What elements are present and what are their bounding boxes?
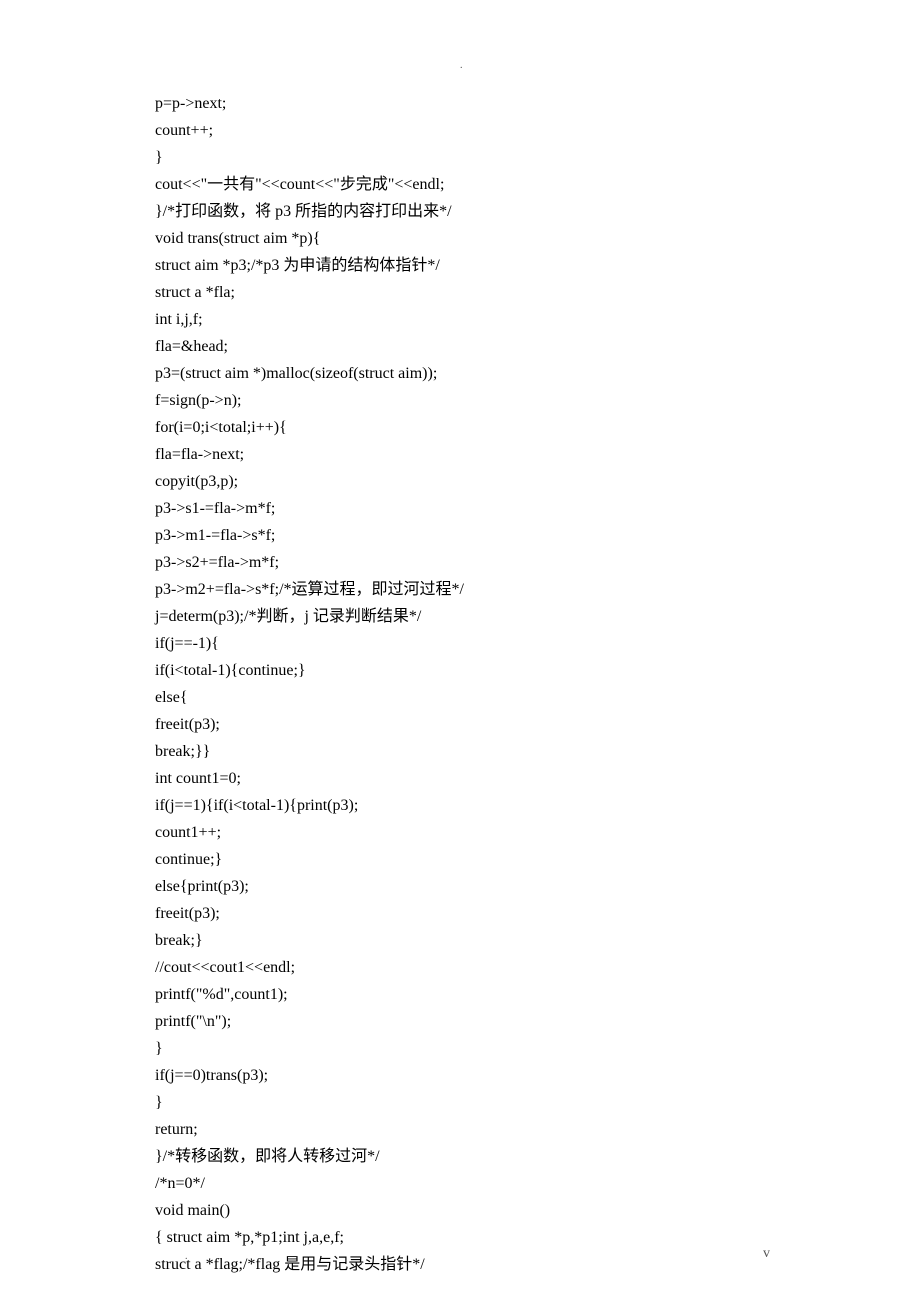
code-line: else{ [155, 684, 765, 711]
code-line: if(i<total-1){continue;} [155, 657, 765, 684]
code-line: freeit(p3); [155, 711, 765, 738]
code-line: void trans(struct aim *p){ [155, 225, 765, 252]
code-line: count++; [155, 117, 765, 144]
page-number: v [763, 1246, 770, 1262]
code-line: if(j==0)trans(p3); [155, 1062, 765, 1089]
footer-dot: . [185, 1251, 188, 1262]
code-line: fla=&head; [155, 333, 765, 360]
code-line: return; [155, 1116, 765, 1143]
code-line: printf("%d",count1); [155, 981, 765, 1008]
code-line: int count1=0; [155, 765, 765, 792]
code-line: } [155, 1089, 765, 1116]
code-line: freeit(p3); [155, 900, 765, 927]
code-line: count1++; [155, 819, 765, 846]
code-line: else{print(p3); [155, 873, 765, 900]
code-line: /*n=0*/ [155, 1170, 765, 1197]
code-line: printf("\n"); [155, 1008, 765, 1035]
code-line: continue;} [155, 846, 765, 873]
code-line: cout<<"一共有"<<count<<"步完成"<<endl; [155, 171, 765, 198]
header-dot: . [460, 60, 463, 71]
code-line: p=p->next; [155, 90, 765, 117]
code-line: struct a *fla; [155, 279, 765, 306]
code-line: p3->s1-=fla->m*f; [155, 495, 765, 522]
code-line: break;}} [155, 738, 765, 765]
code-line: struct aim *p3;/*p3 为申请的结构体指针*/ [155, 252, 765, 279]
code-line: if(j==1){if(i<total-1){print(p3); [155, 792, 765, 819]
code-line: } [155, 1035, 765, 1062]
code-line: p3->m1-=fla->s*f; [155, 522, 765, 549]
code-line: for(i=0;i<total;i++){ [155, 414, 765, 441]
code-line: if(j==-1){ [155, 630, 765, 657]
code-line: break;} [155, 927, 765, 954]
code-line: }/*打印函数，将 p3 所指的内容打印出来*/ [155, 198, 765, 225]
code-line: j=determ(p3);/*判断，j 记录判断结果*/ [155, 603, 765, 630]
code-line: f=sign(p->n); [155, 387, 765, 414]
code-line: void main() [155, 1197, 765, 1224]
code-line: p3->s2+=fla->m*f; [155, 549, 765, 576]
code-line: } [155, 144, 765, 171]
code-block: p=p->next; count++; } cout<<"一共有"<<count… [0, 0, 765, 1278]
code-line: { struct aim *p,*p1;int j,a,e,f; [155, 1224, 765, 1251]
code-line: struct a *flag;/*flag 是用与记录头指针*/ [155, 1251, 765, 1278]
code-line: }/*转移函数，即将人转移过河*/ [155, 1143, 765, 1170]
code-line: //cout<<cout1<<endl; [155, 954, 765, 981]
code-line: int i,j,f; [155, 306, 765, 333]
code-line: copyit(p3,p); [155, 468, 765, 495]
code-line: fla=fla->next; [155, 441, 765, 468]
code-line: p3->m2+=fla->s*f;/*运算过程，即过河过程*/ [155, 576, 765, 603]
code-line: p3=(struct aim *)malloc(sizeof(struct ai… [155, 360, 765, 387]
